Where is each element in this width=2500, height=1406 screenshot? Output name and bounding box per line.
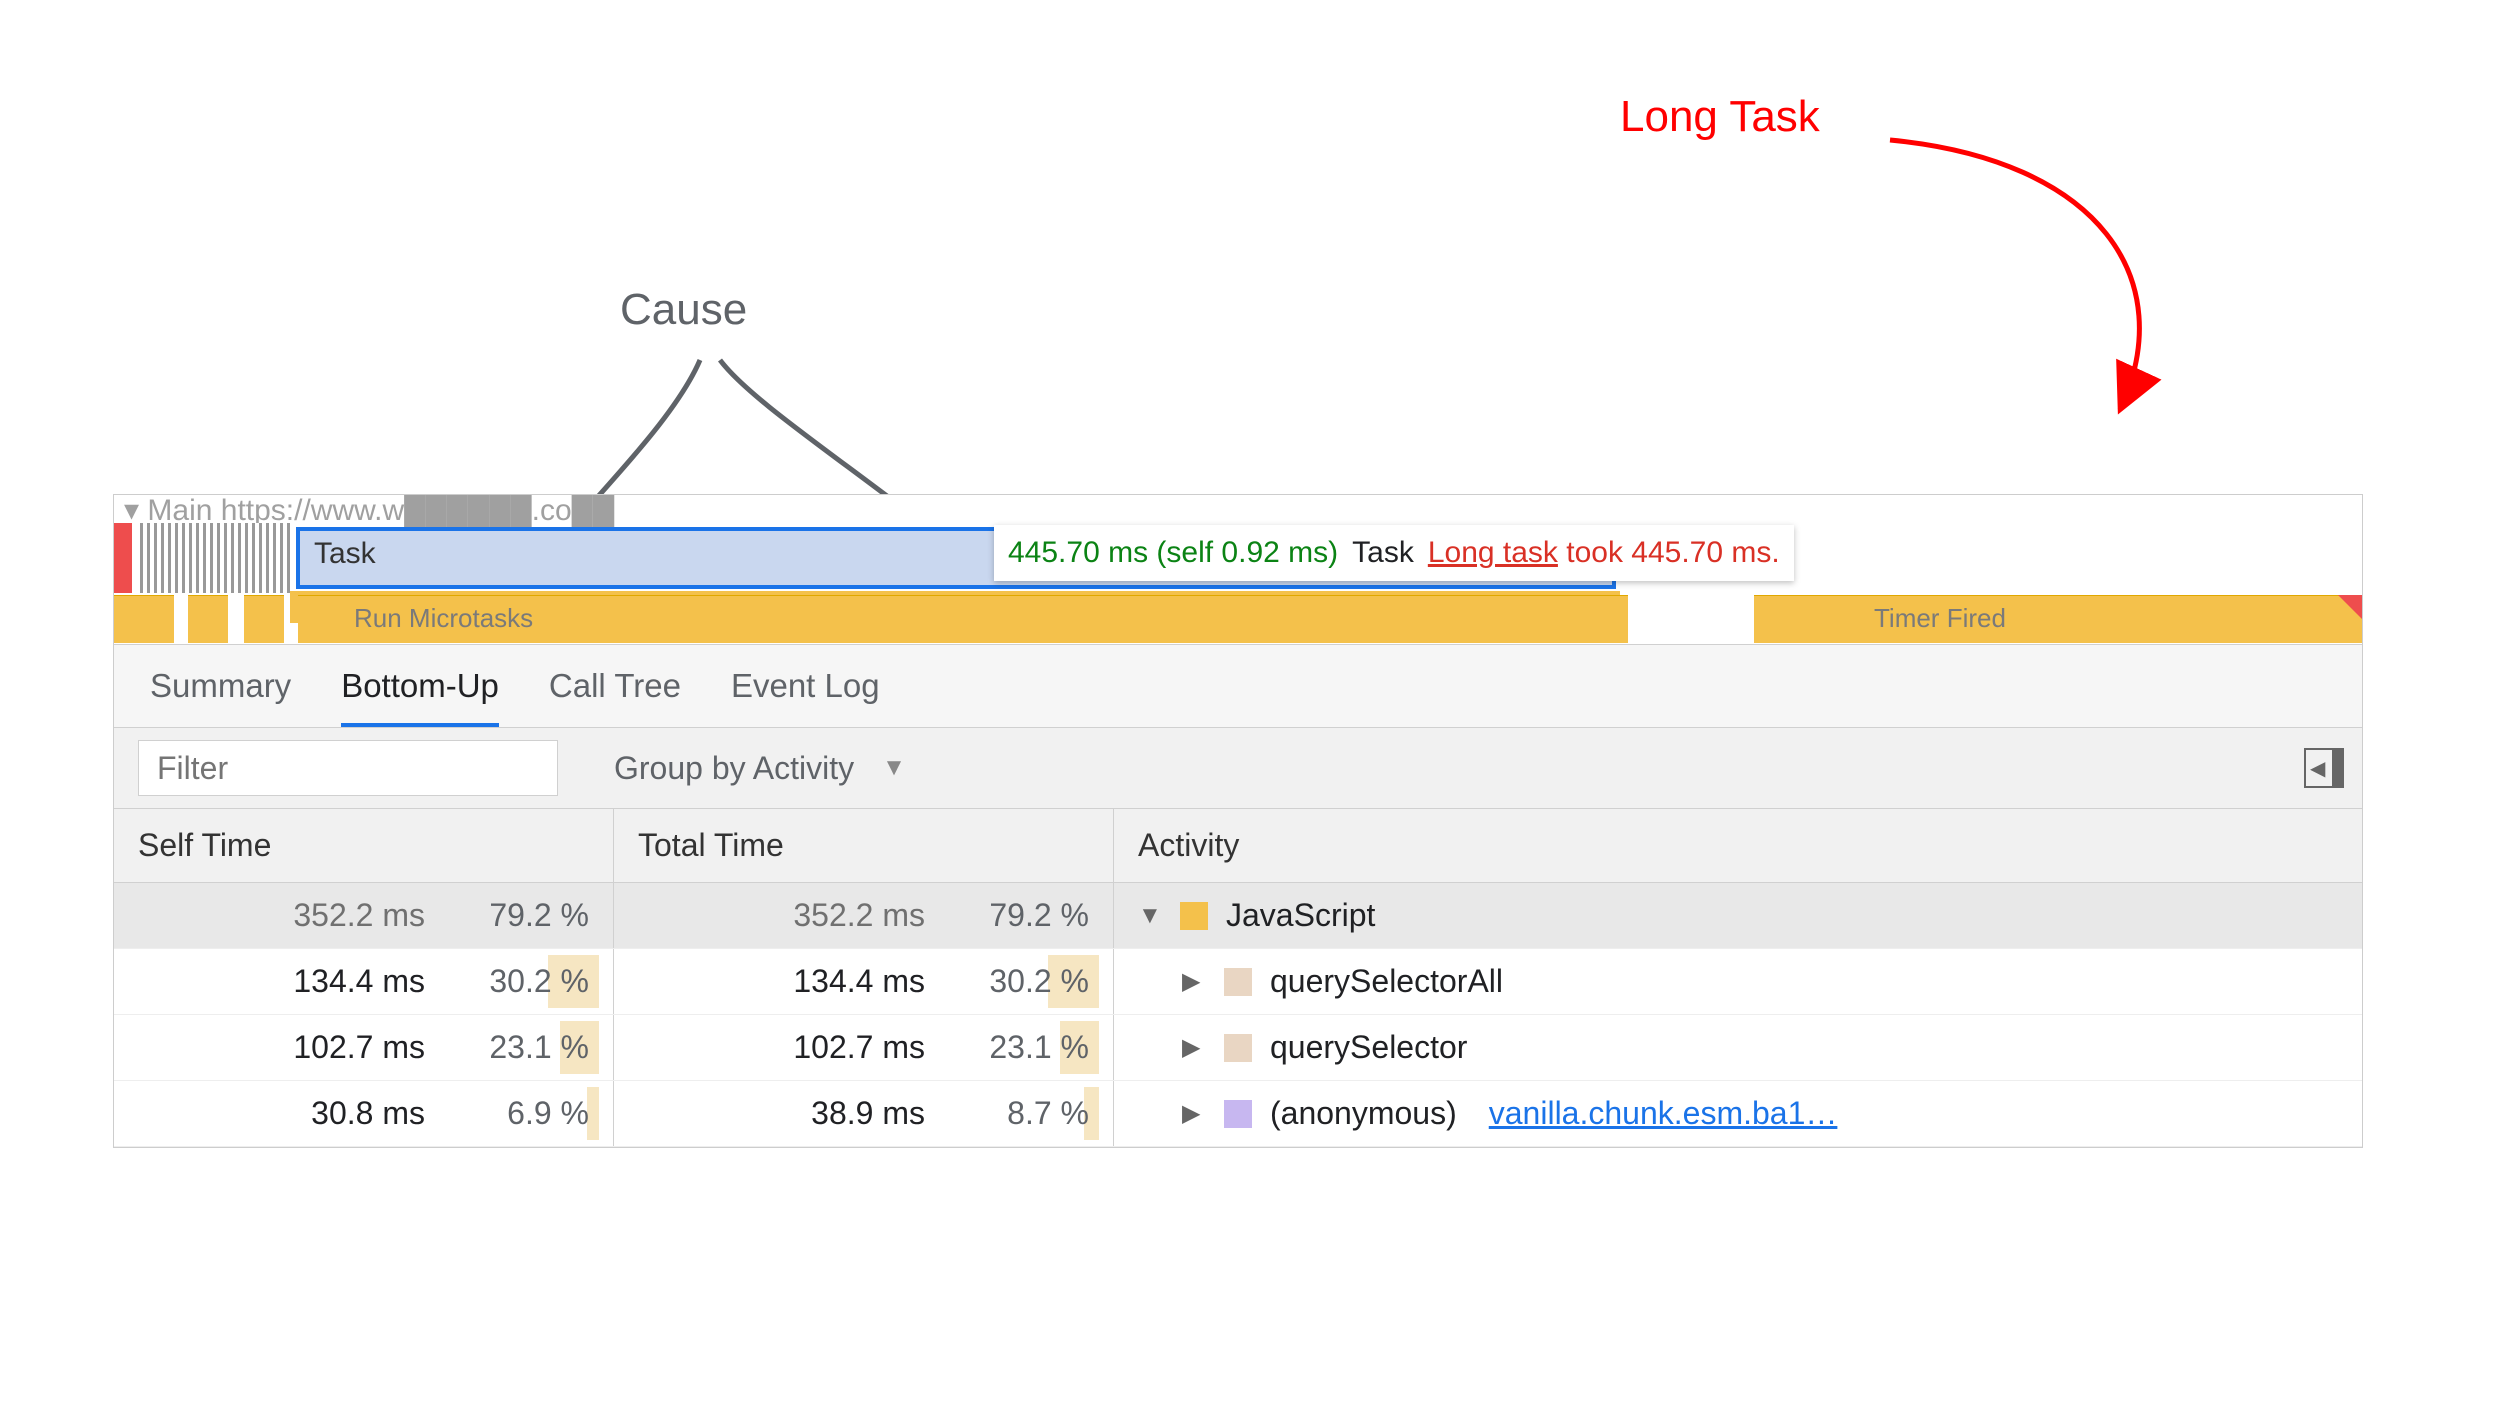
cell-total-time: 134.4 ms 30.2 % — [614, 949, 1114, 1014]
arrow-long-task — [1880, 100, 2280, 430]
col-activity[interactable]: Activity — [1114, 809, 2362, 882]
cell-total-time: 102.7 ms 23.1 % — [614, 1015, 1114, 1080]
group-by-label: Group by Activity — [614, 750, 854, 787]
total-pct: 8.7 % — [949, 1095, 1089, 1132]
cell-self-time: 102.7 ms 23.1 % — [114, 1015, 614, 1080]
total-ms: 352.2 ms — [750, 897, 925, 934]
activity-name: querySelector — [1270, 1029, 1467, 1066]
cell-activity: ▼ JavaScript — [1114, 883, 2362, 948]
self-ms: 134.4 ms — [250, 963, 425, 1000]
expander-icon[interactable]: ▶ — [1182, 1033, 1206, 1062]
expander-icon[interactable]: ▼ — [1138, 902, 1162, 930]
tooltip-name: Task — [1352, 536, 1414, 570]
cell-activity: ▶ querySelectorAll — [1114, 949, 2362, 1014]
filter-input[interactable] — [138, 740, 558, 796]
cell-self-time: 134.4 ms 30.2 % — [114, 949, 614, 1014]
expander-icon[interactable]: ▶ — [1182, 1099, 1206, 1128]
cell-self-time: 352.2 ms 79.2 % — [114, 883, 614, 948]
tab-summary[interactable]: Summary — [150, 667, 291, 727]
flame-bar — [188, 595, 228, 643]
devtools-panel: ▾ Main https://www.w██████.co██ Task 445… — [113, 494, 2363, 1148]
total-ms: 134.4 ms — [750, 963, 925, 1000]
dock-toggle-icon[interactable]: ◀ — [2304, 748, 2344, 788]
total-pct: 79.2 % — [949, 897, 1089, 934]
total-pct: 23.1 % — [949, 1029, 1089, 1066]
self-pct: 30.2 % — [449, 963, 589, 1000]
table-row[interactable]: 30.8 ms 6.9 % 38.9 ms 8.7 % ▶ (anonymous) vani… — [114, 1081, 2362, 1147]
source-link[interactable]: vanilla.chunk.esm.ba1… — [1489, 1095, 1838, 1132]
flame-bar — [114, 595, 174, 643]
cell-activity: ▶ querySelector — [1114, 1015, 2362, 1080]
group-by-select[interactable]: Group by Activity ▼ — [614, 750, 906, 787]
table-body: 352.2 ms 79.2 % 352.2 ms 79.2 % ▼ JavaScript 1… — [114, 883, 2362, 1147]
category-swatch — [1180, 902, 1208, 930]
col-self-time[interactable]: Self Time — [114, 809, 614, 882]
flame-sub-label: Timer Fired — [1874, 603, 2006, 634]
flame-bar — [1754, 595, 2362, 643]
table-row[interactable]: 352.2 ms 79.2 % 352.2 ms 79.2 % ▼ JavaScript — [114, 883, 2362, 949]
flame-sub-row: Run Microtasks Timer Fired — [114, 595, 2362, 643]
self-pct: 6.9 % — [449, 1095, 589, 1132]
filter-bar: Group by Activity ▼ ◀ — [114, 728, 2362, 809]
detail-tabs: Summary Bottom-Up Call Tree Event Log — [114, 645, 2362, 728]
flame-bar — [114, 523, 132, 593]
category-swatch — [1224, 1100, 1252, 1128]
annotation-long-task: Long Task — [1620, 92, 1820, 142]
task-tooltip: 445.70 ms (self 0.92 ms) Task Long task … — [994, 525, 1794, 581]
self-pct: 79.2 % — [449, 897, 589, 934]
total-pct: 30.2 % — [949, 963, 1089, 1000]
table-row[interactable]: 134.4 ms 30.2 % 134.4 ms 30.2 % ▶ querySelect… — [114, 949, 2362, 1015]
tab-event-log[interactable]: Event Log — [731, 667, 880, 727]
table-header: Self Time Total Time Activity — [114, 809, 2362, 883]
activity-name: JavaScript — [1226, 897, 1375, 934]
activity-name: querySelectorAll — [1270, 963, 1503, 1000]
self-ms: 352.2 ms — [250, 897, 425, 934]
annotation-cause: Cause — [620, 285, 747, 335]
total-ms: 38.9 ms — [750, 1095, 925, 1132]
flame-bar — [140, 523, 290, 593]
tab-call-tree[interactable]: Call Tree — [549, 667, 681, 727]
cell-activity: ▶ (anonymous) vanilla.chunk.esm.ba1… — [1114, 1081, 2362, 1146]
cell-self-time: 30.8 ms 6.9 % — [114, 1081, 614, 1146]
self-pct: 23.1 % — [449, 1029, 589, 1066]
cell-total-time: 352.2 ms 79.2 % — [614, 883, 1114, 948]
col-total-time[interactable]: Total Time — [614, 809, 1114, 882]
tooltip-time: 445.70 ms (self 0.92 ms) — [1008, 536, 1338, 570]
flame-sub-label: Run Microtasks — [354, 603, 533, 634]
self-ms: 102.7 ms — [250, 1029, 425, 1066]
activity-name: (anonymous) — [1270, 1095, 1457, 1132]
self-ms: 30.8 ms — [250, 1095, 425, 1132]
table-row[interactable]: 102.7 ms 23.1 % 102.7 ms 23.1 % ▶ querySelect… — [114, 1015, 2362, 1081]
expander-icon[interactable]: ▶ — [1182, 967, 1206, 996]
category-swatch — [1224, 968, 1252, 996]
cell-total-time: 38.9 ms 8.7 % — [614, 1081, 1114, 1146]
tab-bottom-up[interactable]: Bottom-Up — [341, 667, 499, 727]
flame-bar — [244, 595, 284, 643]
flame-strip: ▾ Main https://www.w██████.co██ Task 445… — [114, 495, 2362, 645]
chevron-down-icon: ▼ — [882, 754, 906, 782]
total-ms: 102.7 ms — [750, 1029, 925, 1066]
tooltip-warning: Long task took 445.70 ms. — [1428, 536, 1780, 570]
category-swatch — [1224, 1034, 1252, 1062]
